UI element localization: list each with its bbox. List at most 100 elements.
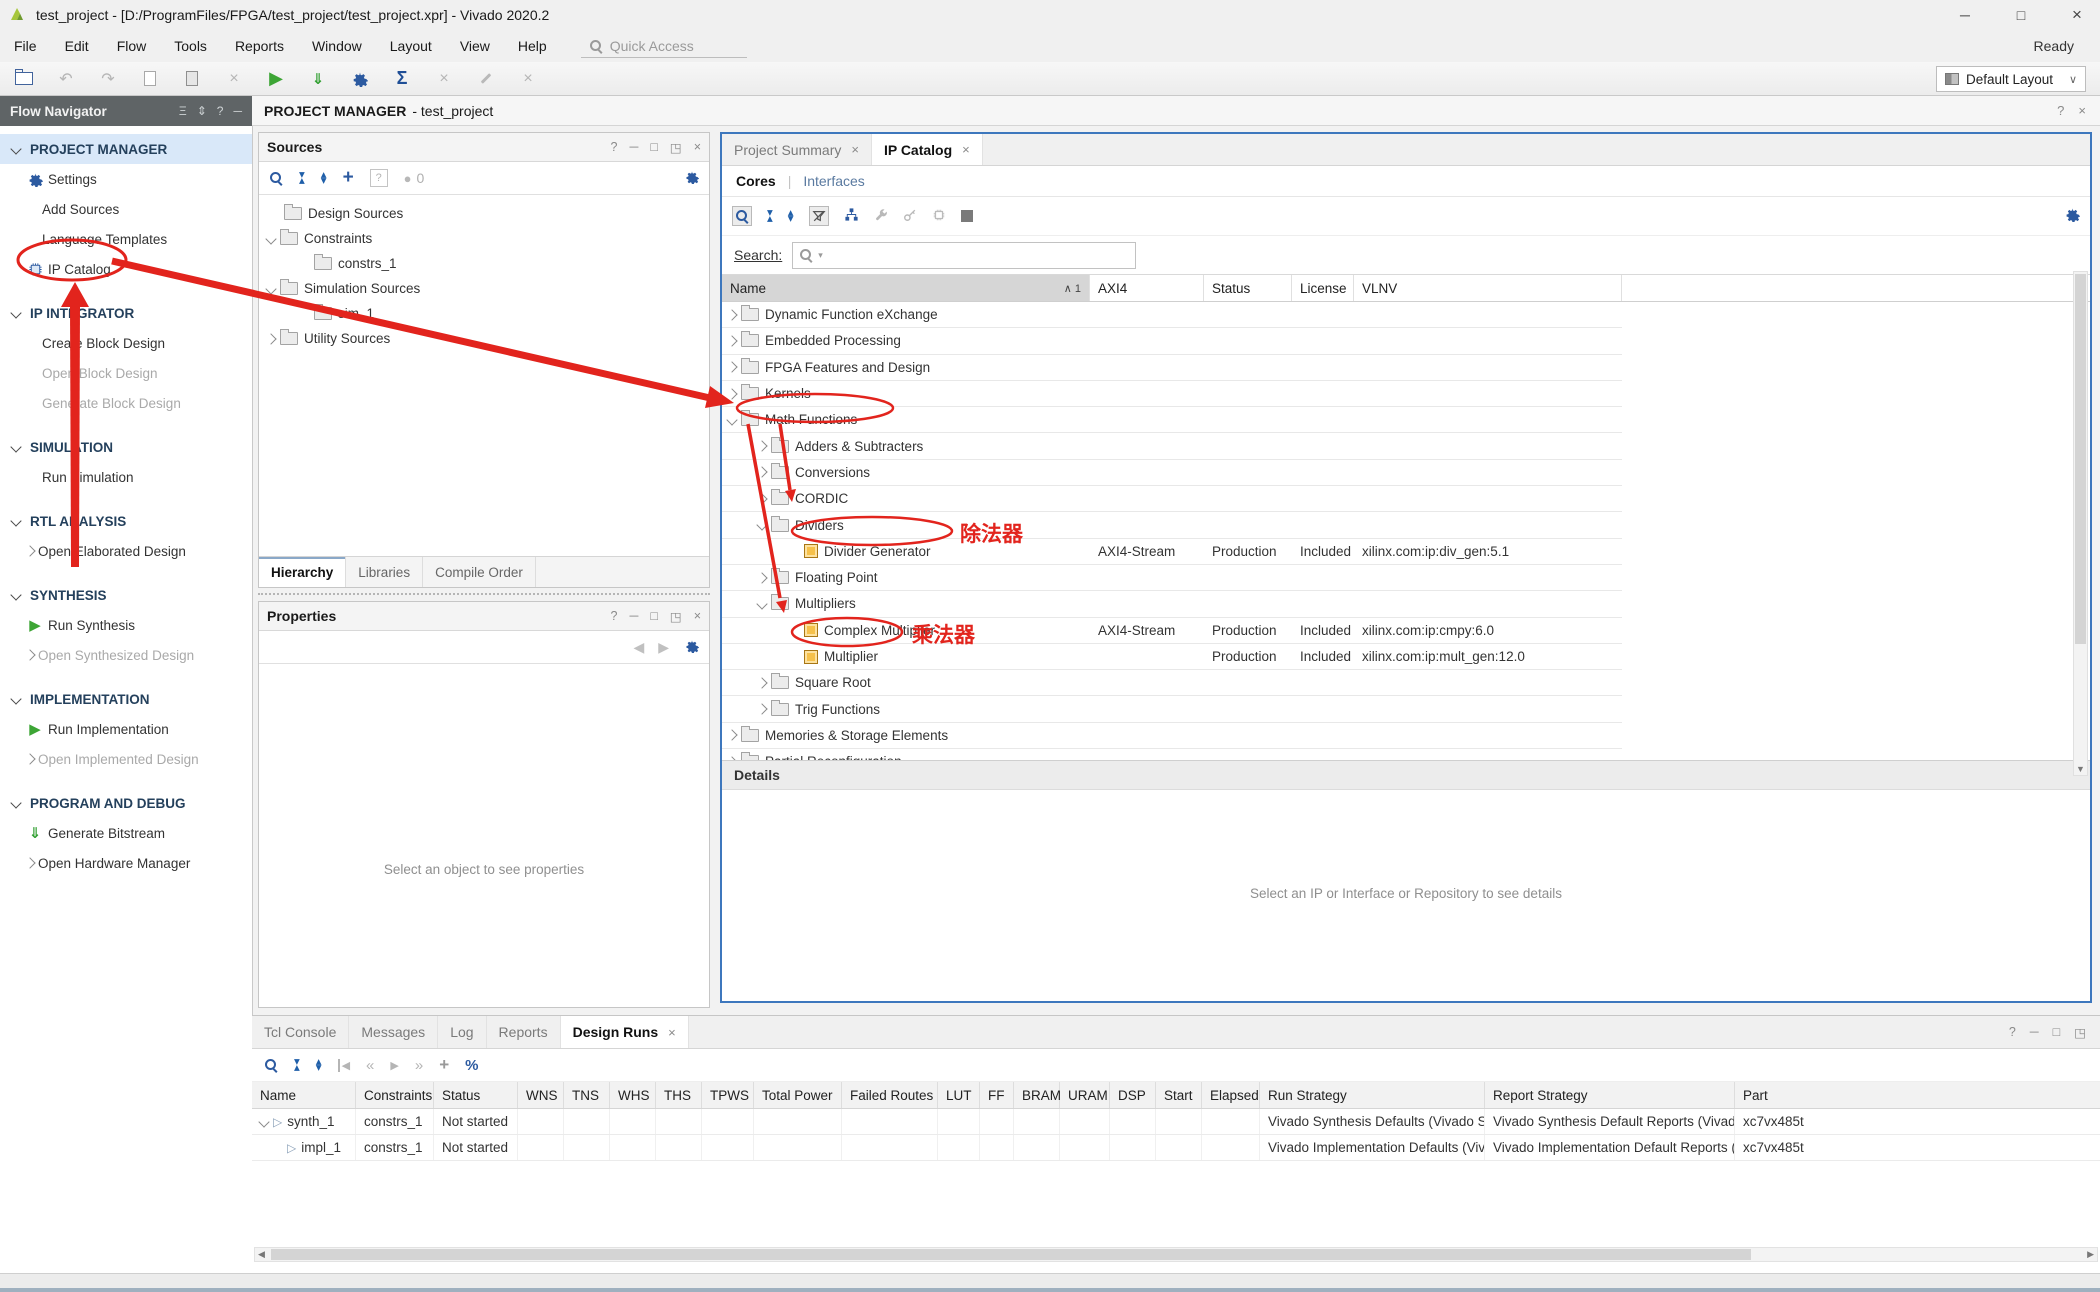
ip-row-fpga-features-and-design[interactable]: FPGA Features and Design [722, 355, 1622, 381]
create-run-icon[interactable]: + [439, 1055, 449, 1075]
column-header-total-power[interactable]: Total Power [754, 1082, 842, 1108]
close-icon[interactable]: × [694, 609, 701, 624]
flownav-item-run-implementation[interactable]: ▶Run Implementation [0, 714, 252, 744]
ip-row-multiplier[interactable]: MultiplierProductionIncludedxilinx.com:i… [722, 644, 1622, 670]
close-icon[interactable]: × [694, 140, 701, 155]
flownav-item-create-block-design[interactable]: Create Block Design [0, 328, 252, 358]
percent-icon[interactable]: % [465, 1057, 478, 1074]
tab-hierarchy[interactable]: Hierarchy [259, 557, 346, 587]
filter-icon[interactable] [809, 206, 829, 226]
column-header-run-strategy[interactable]: Run Strategy [1260, 1082, 1485, 1108]
ip-row-floating-point[interactable]: Floating Point [722, 565, 1622, 591]
minimize-panel-icon[interactable]: ─ [233, 104, 242, 118]
scrollbar-thumb[interactable] [2075, 274, 2086, 644]
open-project-icon[interactable] [14, 69, 34, 89]
tab-messages[interactable]: Messages [349, 1016, 438, 1048]
expand-all-icon[interactable]: ▲▼ [788, 210, 794, 222]
tree-item-design-sources[interactable]: Design Sources [259, 201, 709, 226]
tree-item-utility-sources[interactable]: Utility Sources [259, 326, 709, 351]
column-header-elapsed[interactable]: Elapsed [1202, 1082, 1260, 1108]
flownav-item-run-synthesis[interactable]: ▶Run Synthesis [0, 610, 252, 640]
ip-row-math-functions[interactable]: Math Functions [722, 407, 1622, 433]
search-icon[interactable] [732, 206, 752, 226]
subtab-cores[interactable]: Cores [736, 173, 776, 189]
details-toggle-icon[interactable] [961, 210, 973, 222]
flownav-section-header[interactable]: IMPLEMENTATION [0, 684, 252, 714]
generate-bitstream-icon[interactable]: ⇓ [308, 69, 328, 89]
tree-item-constraints[interactable]: Constraints [259, 226, 709, 251]
scroll-right-icon[interactable]: ▶ [2087, 1248, 2094, 1261]
tab-project-summary[interactable]: Project Summary× [722, 134, 872, 165]
menu-file[interactable]: File [0, 38, 51, 54]
panel-splitter[interactable] [258, 593, 710, 595]
column-header-license[interactable]: License [1292, 275, 1354, 301]
scroll-left-icon[interactable]: ◀ [258, 1248, 265, 1261]
menu-view[interactable]: View [446, 38, 504, 54]
menu-flow[interactable]: Flow [103, 38, 161, 54]
column-header-whs[interactable]: WHS [610, 1082, 656, 1108]
column-header-uram[interactable]: URAM [1060, 1082, 1110, 1108]
tab-tcl-console[interactable]: Tcl Console [252, 1016, 349, 1048]
flownav-item-language-templates[interactable]: Language Templates [0, 224, 252, 254]
sources-settings-gear-icon[interactable] [685, 170, 699, 187]
tab-compile-order[interactable]: Compile Order [423, 557, 536, 587]
collapse-icon[interactable]: Ξ [179, 104, 187, 118]
add-sources-icon[interactable]: + [343, 170, 354, 186]
column-header-tns[interactable]: TNS [564, 1082, 610, 1108]
horizontal-scrollbar[interactable]: ◀ ▶ [254, 1247, 2098, 1262]
vertical-scrollbar[interactable]: ▼ [2073, 271, 2088, 776]
tree-item-sim_1[interactable]: sim_1 [259, 301, 709, 326]
minimize-icon[interactable]: ─ [2030, 1025, 2039, 1039]
menu-tools[interactable]: Tools [160, 38, 221, 54]
maximize-button[interactable]: □ [2006, 7, 2036, 23]
close-icon[interactable]: × [2078, 103, 2086, 118]
column-header-dsp[interactable]: DSP [1110, 1082, 1156, 1108]
menu-window[interactable]: Window [298, 38, 376, 54]
maximize-icon[interactable]: □ [650, 609, 658, 624]
menu-edit[interactable]: Edit [51, 38, 103, 54]
ip-row-trig-functions[interactable]: Trig Functions [722, 696, 1622, 722]
ip-row-embedded-processing[interactable]: Embedded Processing [722, 328, 1622, 354]
flownav-item-open-elaborated-design[interactable]: Open Elaborated Design [0, 536, 252, 566]
ip-row-dividers[interactable]: Dividers [722, 512, 1622, 538]
help-icon[interactable]: ? [2009, 1025, 2016, 1039]
flownav-section-header[interactable]: PROGRAM AND DEBUG [0, 788, 252, 818]
tab-reports[interactable]: Reports [487, 1016, 561, 1048]
flownav-item-add-sources[interactable]: Add Sources [0, 194, 252, 224]
ip-row-conversions[interactable]: Conversions [722, 460, 1622, 486]
minimize-icon[interactable]: ─ [629, 140, 638, 155]
menu-reports[interactable]: Reports [221, 38, 298, 54]
search-icon[interactable] [269, 171, 283, 185]
paste-icon[interactable] [182, 69, 202, 89]
column-header-failed-routes[interactable]: Failed Routes [842, 1082, 938, 1108]
column-header-report-strategy[interactable]: Report Strategy [1485, 1082, 1735, 1108]
column-header-constraints[interactable]: Constraints [356, 1082, 434, 1108]
run-row-impl_1[interactable]: ▷impl_1constrs_1Not startedVivado Implem… [252, 1135, 2100, 1161]
menu-layout[interactable]: Layout [376, 38, 446, 54]
column-header-lut[interactable]: LUT [938, 1082, 980, 1108]
help-icon[interactable]: ? [611, 140, 618, 155]
column-header-status[interactable]: Status [434, 1082, 518, 1108]
minimize-button[interactable]: ─ [1950, 7, 1980, 23]
float-icon[interactable]: ◳ [2074, 1025, 2086, 1040]
tab-ip-catalog[interactable]: IP Catalog× [872, 134, 983, 165]
column-header-name[interactable]: Name [252, 1082, 356, 1108]
expand-icon[interactable]: ⇕ [197, 104, 207, 118]
tab-log[interactable]: Log [438, 1016, 486, 1048]
column-header-ths[interactable]: THS [656, 1082, 702, 1108]
maximize-icon[interactable]: □ [2053, 1025, 2061, 1039]
column-header-status[interactable]: Status [1204, 275, 1292, 301]
ip-row-memories-storage-elements[interactable]: Memories & Storage Elements [722, 723, 1622, 749]
undo-icon[interactable]: ↶ [56, 69, 76, 89]
minimize-icon[interactable]: ─ [629, 609, 638, 624]
column-header-wns[interactable]: WNS [518, 1082, 564, 1108]
flownav-item-ip-catalog[interactable]: IP Catalog [0, 254, 252, 284]
delete-icon[interactable]: × [224, 69, 244, 89]
ip-row-kernels[interactable]: Kernels [722, 381, 1622, 407]
column-header-axi4[interactable]: AXI4 [1090, 275, 1204, 301]
ip-catalog-settings-gear-icon[interactable] [2065, 207, 2080, 225]
close-tab-icon[interactable]: × [962, 142, 970, 157]
subtab-interfaces[interactable]: Interfaces [803, 173, 864, 189]
group-by-hierarchy-icon[interactable] [844, 207, 859, 225]
close-tab-icon[interactable]: × [668, 1025, 676, 1040]
